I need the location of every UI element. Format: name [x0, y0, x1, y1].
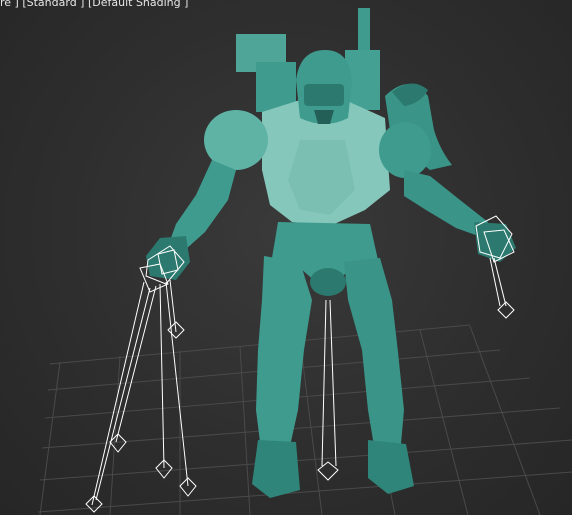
- viewport-scene[interactable]: [0, 0, 572, 515]
- ground-grid: [37, 324, 572, 515]
- 3d-viewport[interactable]: re ] [Standard ] [Default Shading ]: [0, 0, 572, 515]
- armored-character-model-icon[interactable]: [146, 8, 516, 498]
